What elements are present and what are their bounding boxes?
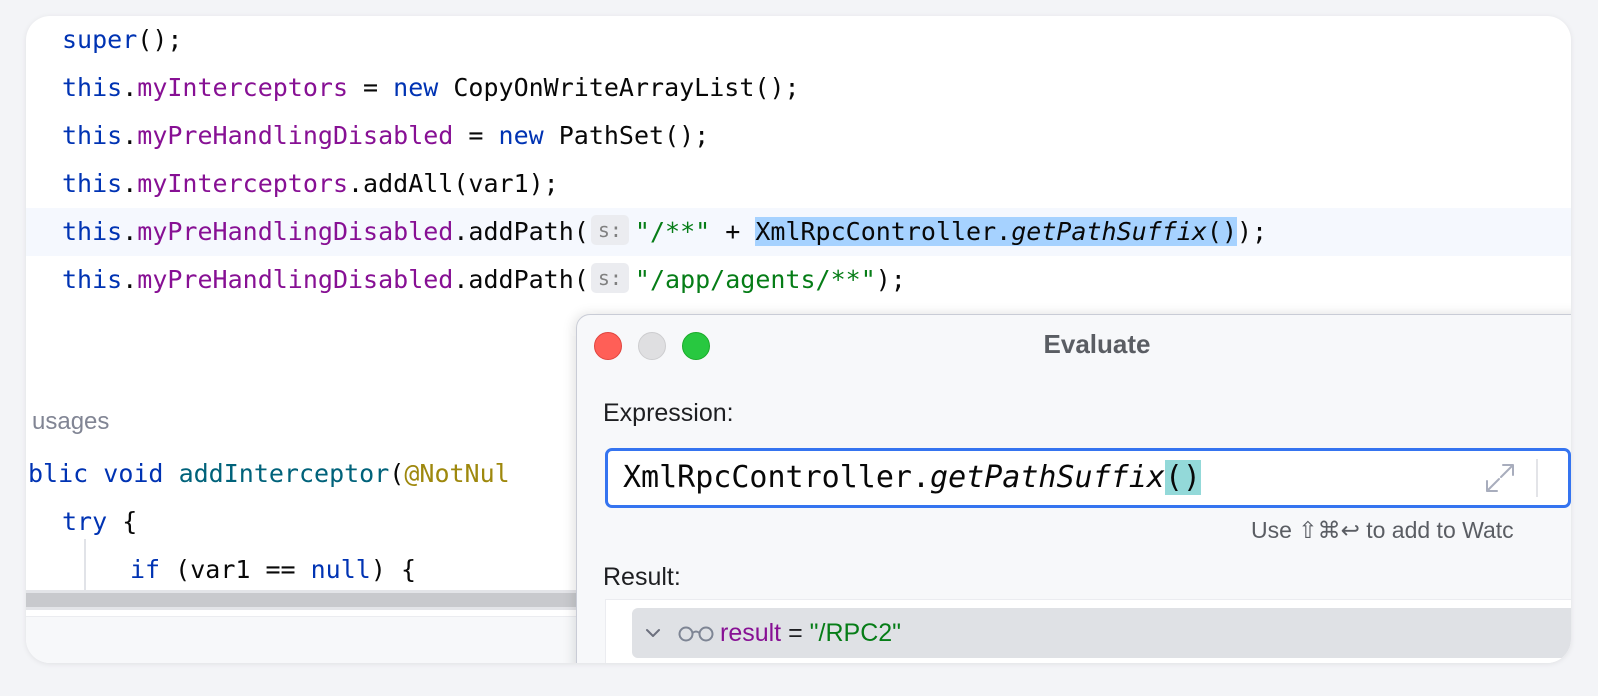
code-line-6[interactable]: this.myPreHandlingDisabled.addPath(s: "/a… (26, 256, 1571, 304)
code-line-3[interactable]: this.myPreHandlingDisabled = new PathSet… (26, 112, 1571, 160)
code-line-4[interactable]: this.myInterceptors.addAll(var1); (26, 160, 1571, 208)
add-to-watches-hint: Use ⇧⌘↩ to add to Watc (1251, 517, 1514, 543)
editor-bottom-area (26, 616, 586, 663)
parameter-hint: s: (590, 215, 629, 245)
horizontal-scrollbar[interactable] (26, 590, 586, 610)
chevron-down-icon[interactable] (642, 622, 664, 644)
result-label: Result: (603, 563, 681, 591)
dialog-title: Evaluate (1043, 329, 1151, 359)
expression-input[interactable]: XmlRpcController.getPathSuffix() (605, 448, 1571, 508)
code-line-5-current[interactable]: this.myPreHandlingDisabled.addPath(s: "/*… (26, 208, 1571, 256)
scrollbar-thumb[interactable] (26, 593, 586, 607)
selected-expression[interactable]: XmlRpcController.getPathSuffix() (755, 217, 1237, 246)
glasses-icon (678, 626, 714, 642)
evaluate-dialog[interactable]: Evaluate Expression: XmlRpcController.ge… (576, 314, 1571, 663)
expression-label: Expression: (603, 399, 734, 427)
result-value: result = "/RPC2" (720, 619, 902, 647)
code-editor[interactable]: super(); this.myInterceptors = new CopyO… (26, 16, 1571, 663)
code-line-2[interactable]: this.myInterceptors = new CopyOnWriteArr… (26, 64, 1571, 112)
expression-text[interactable]: XmlRpcController.getPathSuffix() (623, 451, 1201, 505)
usages-hint[interactable]: usages (32, 408, 109, 436)
code-line-1[interactable]: super(); (26, 16, 1571, 64)
parameter-hint: s: (590, 263, 629, 293)
result-row[interactable]: result = "/RPC2" (632, 608, 1571, 658)
expand-icon[interactable] (1483, 461, 1517, 495)
input-divider (1536, 459, 1538, 497)
result-tree[interactable]: result = "/RPC2" (605, 599, 1571, 663)
